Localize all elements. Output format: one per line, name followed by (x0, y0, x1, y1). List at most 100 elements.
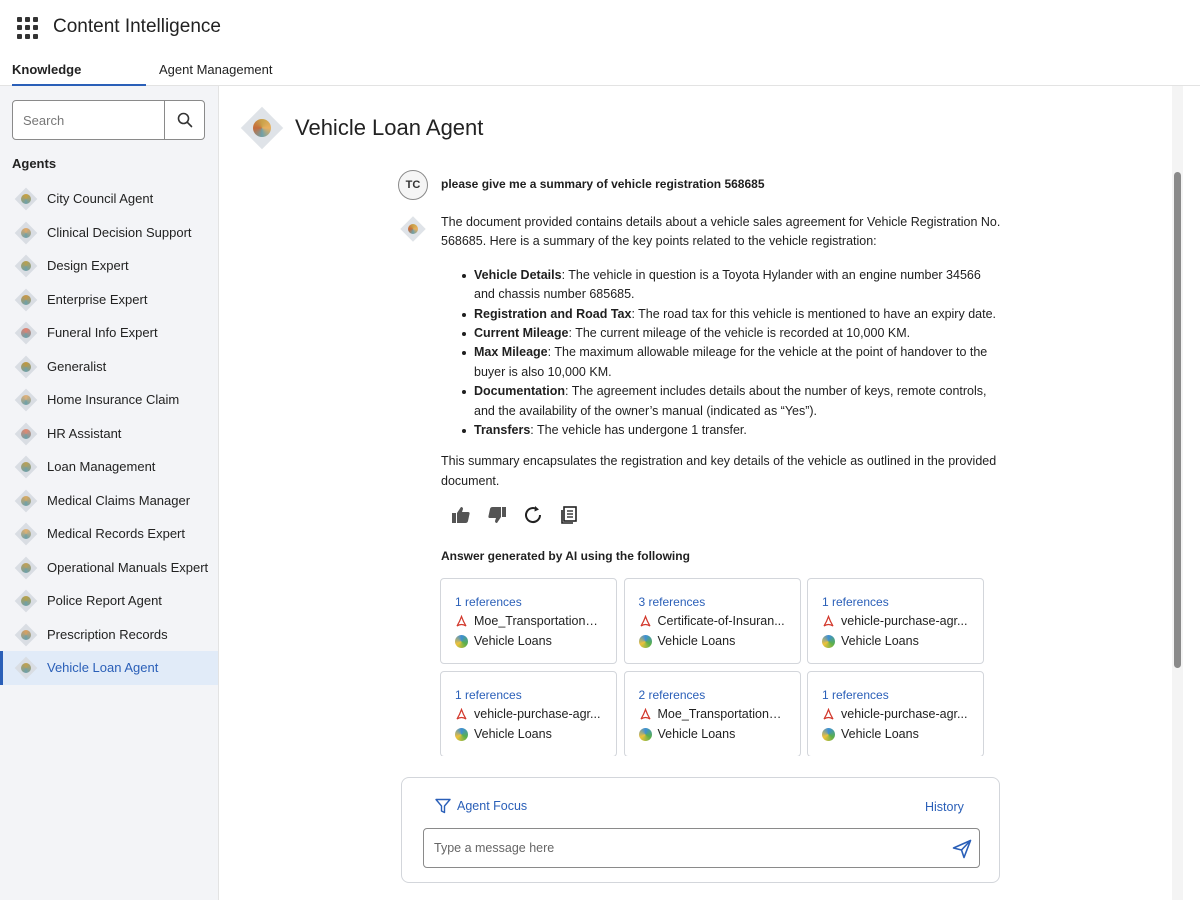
history-button[interactable]: History (925, 800, 964, 814)
pdf-icon (639, 614, 651, 627)
bullet-term: Current Mileage (474, 326, 569, 341)
sidebar-item-agent[interactable]: Operational Manuals Expert (0, 551, 218, 585)
reference-count[interactable]: 1 references (455, 595, 522, 609)
filter-icon (435, 798, 451, 814)
sidebar-item-agent[interactable]: Clinical Decision Support (0, 216, 218, 250)
message-input[interactable] (424, 829, 944, 867)
reference-card[interactable]: 1 references Moe_Transportation_... Vehicl… (440, 578, 617, 664)
reference-file: vehicle-purchase-agr... (822, 707, 977, 721)
reference-count[interactable]: 1 references (455, 688, 522, 702)
reference-collection-name: Vehicle Loans (657, 634, 736, 648)
reference-count[interactable]: 3 references (639, 595, 706, 609)
agent-globe-icon (14, 221, 38, 245)
answer-outro: This summary encapsulates the registrati… (441, 454, 997, 488)
reference-count[interactable]: 2 references (639, 688, 706, 702)
sidebar-item-label: Enterprise Expert (47, 291, 148, 307)
bot-avatar-icon (400, 216, 426, 242)
reference-file-name: vehicle-purchase-agr... (841, 707, 968, 721)
app-launcher-icon[interactable] (17, 17, 39, 39)
search-input[interactable] (13, 101, 165, 139)
sidebar-item-label: Police Report Agent (47, 593, 162, 609)
reference-file-name: vehicle-purchase-agr... (474, 707, 601, 721)
tab-agent-management[interactable]: Agent Management (159, 56, 272, 85)
sidebar-item-agent[interactable]: Funeral Info Expert (0, 316, 218, 350)
thumbs-up-icon (452, 507, 470, 523)
sidebar-item-agent[interactable]: Enterprise Expert (0, 283, 218, 317)
pdf-icon (456, 707, 467, 720)
sidebar-item-agent[interactable]: Medical Records Expert (0, 517, 218, 551)
agent-globe-icon (14, 355, 38, 379)
answer-bullet: Registration and Road Tax: The road tax … (462, 305, 1001, 324)
agent-globe-icon (14, 522, 38, 546)
sidebar-item-label: Funeral Info Expert (47, 325, 158, 341)
reference-card[interactable]: 3 references Certificate-of-Insuran... Veh… (623, 578, 801, 664)
reference-collection: Vehicle Loans (638, 727, 735, 741)
reference-collection-name: Vehicle Loans (841, 727, 919, 741)
bullet-term: Documentation (474, 384, 565, 399)
reference-card[interactable]: 1 references vehicle-purchase-agr... Vehic… (440, 671, 617, 756)
agent-globe-icon (14, 556, 38, 580)
scrollbar-thumb[interactable] (1174, 172, 1181, 668)
agent-list: City Council Agent Clinical Decision Supp… (0, 182, 218, 685)
collection-globe-icon (822, 727, 835, 741)
search-button[interactable] (165, 101, 205, 139)
regenerate-button[interactable] (521, 503, 545, 527)
sidebar-item-agent[interactable]: Police Report Agent (0, 584, 218, 618)
bullet-term: Transfers (474, 423, 531, 438)
sidebar-item-agent[interactable]: City Council Agent (0, 182, 218, 216)
reference-file-name: Moe_Transportation_... (657, 707, 786, 721)
user-avatar: TC (398, 170, 428, 200)
sidebar-item-agent[interactable]: Vehicle Loan Agent (0, 651, 218, 685)
reference-collection: Vehicle Loans (455, 727, 552, 741)
sidebar-item-label: Clinical Decision Support (47, 224, 192, 240)
send-button[interactable] (949, 836, 975, 862)
reference-count[interactable]: 1 references (822, 595, 889, 609)
bullet-text: : The maximum allowable mileage for the … (474, 345, 988, 379)
sidebar-item-agent[interactable]: Home Insurance Claim (0, 383, 218, 417)
bullet-text: : The vehicle has undergone 1 transfer. (530, 423, 747, 438)
reference-file-name: Moe_Transportation_... (474, 614, 602, 628)
reference-file: vehicle-purchase-agr... (455, 707, 610, 721)
reference-collection: Vehicle Loans (455, 634, 552, 648)
sidebar-item-label: Prescription Records (47, 626, 168, 642)
sidebar-item-agent[interactable]: Prescription Records (0, 618, 218, 652)
search-icon (177, 112, 193, 128)
tab-knowledge-discovery[interactable]: Knowledge Discovery (12, 56, 146, 105)
user-message: please give me a summary of vehicle regi… (441, 177, 765, 191)
reference-collection: Vehicle Loans (822, 727, 919, 741)
answer-bullet: Current Mileage: The current mileage of … (462, 324, 1001, 343)
app-title: Content Intelligence (53, 16, 221, 37)
copy-button[interactable] (557, 503, 581, 527)
agents-heading: Agents (12, 156, 57, 171)
sidebar-item-label: Medical Records Expert (47, 526, 185, 542)
sidebar-item-agent[interactable]: Design Expert (0, 249, 218, 283)
thumbs-down-button[interactable] (485, 503, 509, 527)
thumbs-up-button[interactable] (449, 503, 473, 527)
reference-file: vehicle-purchase-agr... (822, 614, 977, 628)
reference-collection-name: Vehicle Loans (474, 727, 552, 741)
sidebar-item-label: Medical Claims Manager (47, 492, 191, 508)
sidebar-item-agent[interactable]: HR Assistant (0, 417, 218, 451)
reference-card[interactable]: 1 references vehicle-purchase-agr... Vehic… (807, 578, 984, 664)
sidebar-item-agent[interactable]: Loan Management (0, 450, 218, 484)
sidebar-item-label: Vehicle Loan Agent (47, 660, 159, 676)
agent-globe-icon (14, 589, 38, 613)
reference-count[interactable]: 1 references (822, 688, 889, 702)
reference-card[interactable]: 1 references vehicle-purchase-agr... Vehic… (807, 671, 984, 756)
reference-card[interactable]: 2 references Moe_Transportation_... Vehicl… (623, 671, 801, 756)
bullet-term: Registration and Road Tax (474, 306, 632, 321)
sidebar-item-agent[interactable]: Generalist (0, 350, 218, 384)
answer-bullet: Max Mileage: The maximum allowable milea… (462, 343, 1001, 382)
collection-globe-icon (638, 634, 652, 648)
reference-collection-name: Vehicle Loans (841, 634, 919, 648)
sidebar-item-label: Operational Manuals Expert (47, 559, 209, 575)
reference-collection-name: Vehicle Loans (474, 634, 552, 648)
message-input-box (423, 828, 980, 868)
sidebar-item-agent[interactable]: Medical Claims Manager (0, 484, 218, 518)
agent-globe-icon (14, 187, 38, 211)
agent-avatar-icon (240, 106, 284, 150)
agent-focus-button[interactable]: Agent Focus (435, 798, 527, 814)
agent-globe-icon (14, 623, 38, 647)
collection-globe-icon (455, 634, 468, 648)
answer-bullets: Vehicle Details: The vehicle in question… (462, 266, 1001, 441)
